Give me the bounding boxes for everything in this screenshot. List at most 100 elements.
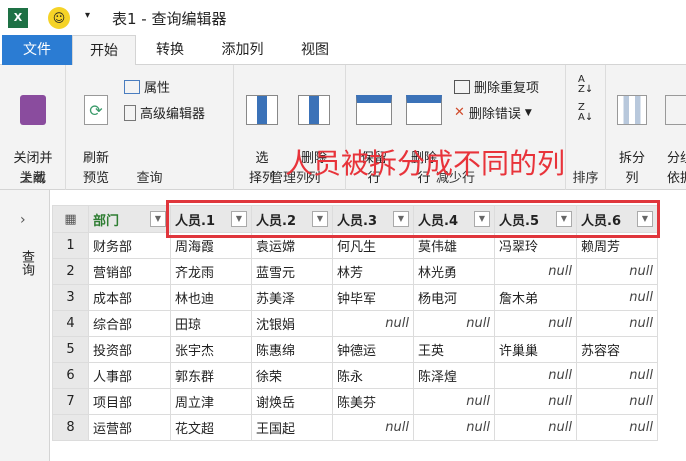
split-column-icon [617,95,647,125]
data-grid: ▦ 部门 ▼ 人员.1 ▼ 人员.2 ▼ 人员.3 ▼ 人员.4 ▼ 人员.5 ▼ 人员.6 ▼ 1 财务部… [52,205,658,441]
qat-dropdown-icon[interactable]: ▾ [85,10,90,21]
table-cell[interactable]: 陈永 [332,362,414,389]
remove-columns-icon [298,95,330,125]
properties-button[interactable]: 属性 [124,77,170,96]
table-cell[interactable]: null [576,310,658,337]
table-cell[interactable]: 花文超 [170,414,252,441]
table-cell[interactable]: 徐荣 [251,362,333,389]
queries-pane: › 查询 [0,190,50,461]
table-cell[interactable]: 张宇杰 [170,336,252,363]
group-sort: A Z↓ Z A↓ 排序 [566,65,606,190]
table-cell[interactable]: 陈惠绵 [251,336,333,363]
smiley-icon[interactable]: ☺ [48,7,70,29]
table-cell[interactable]: 钟德运 [332,336,414,363]
table-cell[interactable]: null [413,414,495,441]
table-cell[interactable]: null [576,414,658,441]
table-cell[interactable]: 成本部 [88,284,171,311]
table-cell[interactable]: 项目部 [88,388,171,415]
remove-duplicates-icon [454,79,470,94]
row-number[interactable]: 6 [52,362,89,389]
table-row: 8 运营部 花文超 王国起 null null null null [52,414,658,441]
table-cell[interactable]: 杨电河 [413,284,495,311]
table-cell[interactable]: null [332,414,414,441]
title-bar: X ☺ ▾ 表1 - 查询编辑器 [0,0,686,35]
table-cell[interactable]: 财务部 [88,232,171,259]
table-cell[interactable]: 林光勇 [413,258,495,285]
table-cell[interactable]: 运营部 [88,414,171,441]
row-number[interactable]: 5 [52,336,89,363]
table-cell[interactable]: null [576,284,658,311]
table-cell[interactable]: 谢焕岳 [251,388,333,415]
table-cell[interactable]: 投资部 [88,336,171,363]
row-number[interactable]: 8 [52,414,89,441]
filter-dropdown-icon[interactable]: ▼ [150,210,166,227]
table-row: 5 投资部 张宇杰 陈惠绵 钟德运 王英 许巢巢 苏容容 [52,336,658,363]
tab-home[interactable]: 开始 [72,35,136,66]
tab-file[interactable]: 文件 [2,35,72,65]
tab-transform[interactable]: 转换 [140,35,200,65]
choose-columns-icon [246,95,278,125]
tab-add-column[interactable]: 添加列 [205,35,280,65]
table-row: 2 营销部 齐龙雨 蓝雪元 林芳 林光勇 null null [52,258,658,285]
queries-pane-label: 查询 [19,250,34,276]
table-cell[interactable]: 钟毕军 [332,284,414,311]
table-cell[interactable]: 人事部 [88,362,171,389]
table-cell[interactable]: null [494,258,577,285]
sort-descending-icon[interactable]: Z A↓ [578,103,593,123]
table-menu-icon[interactable]: ▦ [52,205,89,233]
table-cell[interactable]: null [576,388,658,415]
excel-logo-icon: X [8,8,28,28]
highlight-box [166,200,660,238]
remove-duplicates-button[interactable]: 删除重复项 [454,77,539,96]
table-cell[interactable]: null [413,310,495,337]
row-number[interactable]: 4 [52,310,89,337]
table-cell[interactable]: 田琼 [170,310,252,337]
column-header-label: 部门 [93,213,120,229]
row-number[interactable]: 1 [52,232,89,259]
table-cell[interactable]: 王国起 [251,414,333,441]
sort-ascending-icon[interactable]: A Z↓ [578,75,593,95]
table-cell[interactable]: 林芳 [332,258,414,285]
table-cell[interactable]: null [494,388,577,415]
group-query: ⟳ 刷新 预览 属性 高级编辑器 查询 [66,65,234,190]
row-number[interactable]: 7 [52,388,89,415]
table-cell[interactable]: 王英 [413,336,495,363]
split-column-button[interactable]: 拆分 列 [612,75,652,189]
table-cell[interactable]: 苏容容 [576,336,658,363]
table-cell[interactable]: 詹木弟 [494,284,577,311]
row-number[interactable]: 2 [52,258,89,285]
table-cell[interactable]: 苏美泽 [251,284,333,311]
table-cell[interactable]: 营销部 [88,258,171,285]
table-cell[interactable]: 陈美芬 [332,388,414,415]
table-cell[interactable]: 综合部 [88,310,171,337]
tab-view[interactable]: 视图 [285,35,345,65]
table-cell[interactable]: 齐龙雨 [170,258,252,285]
remove-errors-button[interactable]: ✕ 删除错误 ▼ [454,103,532,122]
table-cell[interactable]: 林也迪 [170,284,252,311]
table-cell[interactable]: 郭东群 [170,362,252,389]
table-cell[interactable]: 蓝雪元 [251,258,333,285]
table-cell[interactable]: null [494,310,577,337]
row-number[interactable]: 3 [52,284,89,311]
table-cell[interactable]: 陈泽煌 [413,362,495,389]
table-cell[interactable]: null [413,388,495,415]
table-cell[interactable]: null [332,310,414,337]
table-cell[interactable]: null [494,414,577,441]
ribbon-tabs: 文件 开始 转换 添加列 视图 [0,35,686,66]
table-cell[interactable]: 许巢巢 [494,336,577,363]
close-load-icon [20,95,46,125]
advanced-editor-button[interactable]: 高级编辑器 [124,103,205,122]
table-cell[interactable]: null [494,362,577,389]
table-row: 4 综合部 田琼 沈银娟 null null null null [52,310,658,337]
remove-errors-icon: ✕ [454,105,465,120]
table-cell[interactable]: null [576,258,658,285]
group-by-button[interactable]: 分组 依据 [660,75,686,189]
keep-rows-icon [356,95,392,125]
column-header[interactable]: 部门 ▼ [88,205,171,233]
window-title: 表1 - 查询编辑器 [112,10,227,28]
properties-icon [124,79,140,94]
table-cell[interactable]: null [576,362,658,389]
table-cell[interactable]: 沈银娟 [251,310,333,337]
expand-chevron-icon[interactable]: › [20,212,26,228]
table-cell[interactable]: 周立津 [170,388,252,415]
